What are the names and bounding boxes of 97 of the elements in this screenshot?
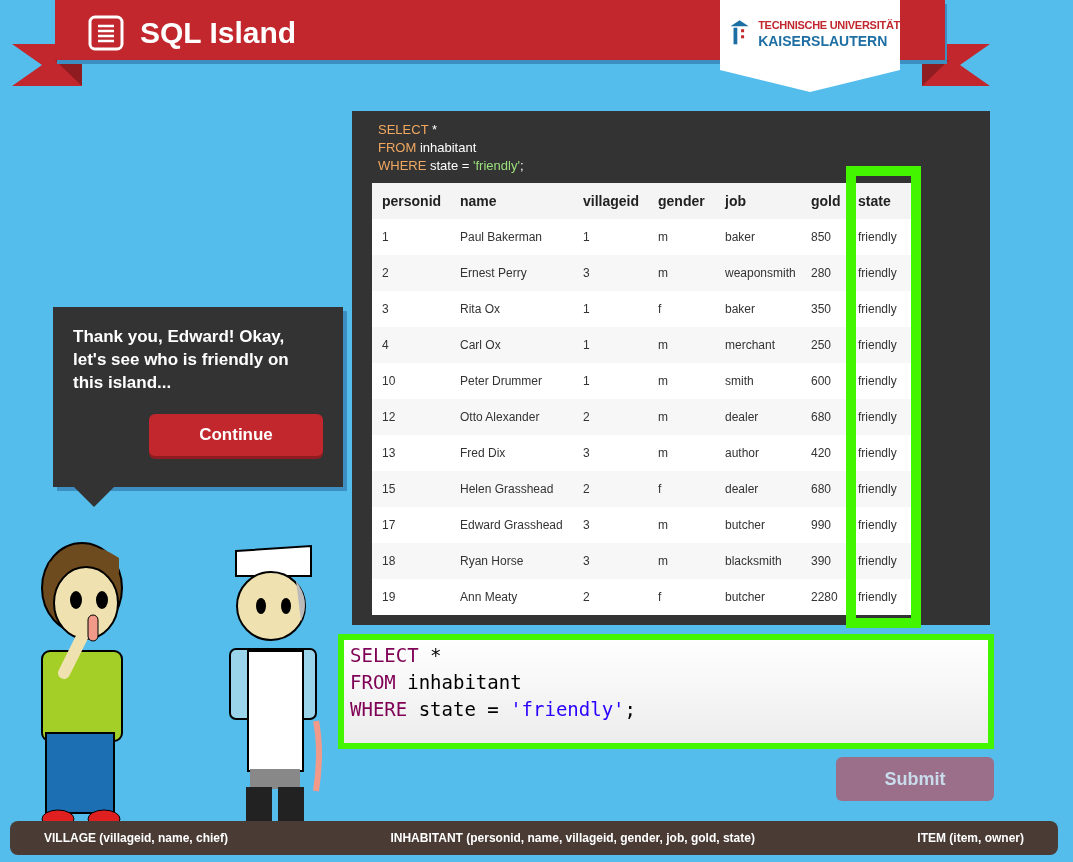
column-header: gold xyxy=(805,183,848,219)
table-cell: weaponsmith xyxy=(715,255,805,291)
table-cell: Ann Meaty xyxy=(450,579,573,615)
query-line: SELECT * xyxy=(378,121,437,139)
table-cell: friendly xyxy=(848,255,917,291)
table-cell: butcher xyxy=(715,507,805,543)
table-cell: 19 xyxy=(372,579,450,615)
table-cell: 350 xyxy=(805,291,848,327)
table-cell: friendly xyxy=(848,291,917,327)
table-cell: Rita Ox xyxy=(450,291,573,327)
table-cell: 680 xyxy=(805,399,848,435)
continue-button[interactable]: Continue xyxy=(149,414,323,456)
table-cell: friendly xyxy=(848,543,917,579)
code-editor[interactable]: SELECT * FROM inhabitant WHERE state = 'friendly'; xyxy=(338,634,994,749)
table-cell: author xyxy=(715,435,805,471)
table-cell: f xyxy=(648,471,715,507)
table-cell: Carl Ox xyxy=(450,327,573,363)
table-cell: 2280 xyxy=(805,579,848,615)
table-cell: 2 xyxy=(573,399,648,435)
table-cell: 3 xyxy=(573,507,648,543)
table-cell: baker xyxy=(715,291,805,327)
table-cell: 18 xyxy=(372,543,450,579)
table-cell: friendly xyxy=(848,327,917,363)
column-header: job xyxy=(715,183,805,219)
table-cell: 280 xyxy=(805,255,848,291)
table-cell: Peter Drummer xyxy=(450,363,573,399)
table-cell: friendly xyxy=(848,471,917,507)
table-cell: 990 xyxy=(805,507,848,543)
table-cell: 1 xyxy=(573,291,648,327)
table-cell: 3 xyxy=(372,291,450,327)
table-cell: 250 xyxy=(805,327,848,363)
table-cell: dealer xyxy=(715,399,805,435)
table-cell: 17 xyxy=(372,507,450,543)
table-cell: friendly xyxy=(848,435,917,471)
table-cell: 13 xyxy=(372,435,450,471)
table-cell: 680 xyxy=(805,471,848,507)
table-cell: m xyxy=(648,399,715,435)
schema-label: INHABITANT (personid, name, villageid, gender, job, gold, state) xyxy=(390,830,755,847)
table-cell: m xyxy=(648,507,715,543)
table-cell: m xyxy=(648,363,715,399)
table-cell: Paul Bakerman xyxy=(450,219,573,255)
table-cell: 420 xyxy=(805,435,848,471)
table-cell: Helen Grasshead xyxy=(450,471,573,507)
table-cell: f xyxy=(648,579,715,615)
column-header: name xyxy=(450,183,573,219)
table-cell: merchant xyxy=(715,327,805,363)
column-header: personid xyxy=(372,183,450,219)
table-cell: blacksmith xyxy=(715,543,805,579)
query-line: FROM inhabitant xyxy=(378,139,477,157)
table-cell: friendly xyxy=(848,507,917,543)
table-cell: friendly xyxy=(848,399,917,435)
table-cell: butcher xyxy=(715,579,805,615)
table-cell: Edward Grasshead xyxy=(450,507,573,543)
table-cell: 850 xyxy=(805,219,848,255)
table-cell: Ryan Horse xyxy=(450,543,573,579)
column-header: villageid xyxy=(573,183,648,219)
table-cell: 3 xyxy=(573,435,648,471)
table-cell: friendly xyxy=(848,363,917,399)
table-cell: friendly xyxy=(848,579,917,615)
table-cell: 1 xyxy=(573,219,648,255)
table-cell: 3 xyxy=(573,543,648,579)
table-cell: m xyxy=(648,255,715,291)
document-icon[interactable] xyxy=(88,14,124,51)
table-cell: m xyxy=(648,543,715,579)
logo-text: KAISERSLAUTERN xyxy=(758,34,889,48)
table-cell: m xyxy=(648,327,715,363)
table-cell: 2 xyxy=(573,471,648,507)
table-cell: f xyxy=(648,291,715,327)
table-cell: smith xyxy=(715,363,805,399)
speech-text: Thank you, Edward! Okay, let's see who is friendly on this island... xyxy=(73,326,290,394)
app-title: SQL Island xyxy=(140,15,297,51)
table-cell: 1 xyxy=(573,327,648,363)
table-cell: 2 xyxy=(573,579,648,615)
table-cell: 1 xyxy=(372,219,450,255)
column-header: state xyxy=(848,183,917,219)
table-cell: baker xyxy=(715,219,805,255)
table-cell: 1 xyxy=(573,363,648,399)
table-cell: m xyxy=(648,435,715,471)
table-cell: m xyxy=(648,219,715,255)
table-cell: 12 xyxy=(372,399,450,435)
schema-label: ITEM (item, owner) xyxy=(917,830,1024,847)
table-cell: 15 xyxy=(372,471,450,507)
table-cell: dealer xyxy=(715,471,805,507)
table-cell: 600 xyxy=(805,363,848,399)
table-cell: Fred Dix xyxy=(450,435,573,471)
table-cell: Ernest Perry xyxy=(450,255,573,291)
table-cell: 10 xyxy=(372,363,450,399)
table-cell: 4 xyxy=(372,327,450,363)
table-cell: friendly xyxy=(848,219,917,255)
logo-text: TECHNISCHE UNIVERSITÄT xyxy=(758,20,900,31)
schema-label: VILLAGE (villageid, name, chief) xyxy=(44,830,229,847)
table-cell: 2 xyxy=(372,255,450,291)
column-header: gender xyxy=(648,183,715,219)
table-cell: 3 xyxy=(573,255,648,291)
query-line: WHERE state = 'friendly'; xyxy=(378,157,524,175)
table-cell: 390 xyxy=(805,543,848,579)
table-cell: Otto Alexander xyxy=(450,399,573,435)
